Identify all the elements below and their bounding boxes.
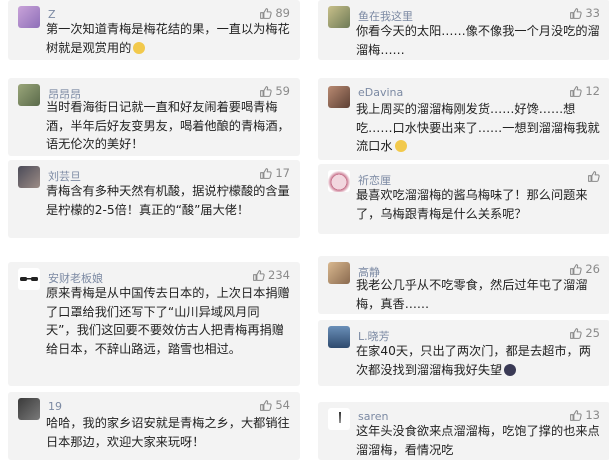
like-button[interactable]: 26 xyxy=(569,262,600,276)
comment-username[interactable]: 19 xyxy=(48,400,62,413)
comment-card: Z 89 第一次知道青梅是梅花结的果，一直以为梅花树就是观赏用的 xyxy=(8,0,300,60)
comment-card: 19 54 哈哈，我的家乡诏安就是青梅之乡，大都销往日本那边，欢迎大家来玩呀！ xyxy=(8,392,300,460)
avatar[interactable] xyxy=(328,86,350,108)
thumbs-up-icon xyxy=(259,399,272,412)
like-button[interactable]: 33 xyxy=(569,6,600,20)
pen-icon xyxy=(339,412,341,423)
avatar[interactable] xyxy=(18,398,40,420)
thumbs-up-icon xyxy=(569,263,582,276)
like-count: 54 xyxy=(275,398,290,412)
like-button[interactable]: 234 xyxy=(252,268,290,282)
thumbs-up-icon xyxy=(259,167,272,180)
avatar[interactable] xyxy=(328,170,350,192)
avatar[interactable] xyxy=(328,262,350,284)
avatar[interactable] xyxy=(18,166,40,188)
like-count: 33 xyxy=(585,6,600,20)
like-count: 26 xyxy=(585,262,600,276)
like-count: 89 xyxy=(275,6,290,20)
like-count: 13 xyxy=(585,408,600,422)
comment-text: 原来青梅是从中国传去日本的，上次日本捐赠了口罩给我们还写下了“山川异域风月同天”… xyxy=(46,286,290,356)
comment-text: 我老公几乎从不吃零食，然后过年屯了溜溜梅，真香…… xyxy=(356,278,588,311)
comment-text-container: 在家40天，只出了两次门，都是去超市，两次都没找到溜溜梅我好失望 xyxy=(356,342,600,379)
comment-text: 最喜欢吃溜溜梅的酱乌梅味了！那么问题来了，乌梅跟青梅是什么关系呢？ xyxy=(356,188,588,221)
comment-text: 你看今天的太阳……像不像我一个月没吃的溜溜梅…… xyxy=(356,24,600,57)
thumbs-up-icon xyxy=(259,7,272,20)
thumbs-up-icon xyxy=(569,7,582,20)
thumbs-up-icon xyxy=(252,269,265,282)
like-button[interactable]: 25 xyxy=(569,326,600,340)
avatar[interactable] xyxy=(18,84,40,106)
like-button[interactable]: 13 xyxy=(569,408,600,422)
comment-text: 第一次知道青梅是梅花结的果，一直以为梅花树就是观赏用的 xyxy=(46,22,290,55)
grinning-face-icon xyxy=(133,41,146,54)
comment-text: 当时看海街日记就一直和好友闹着要喝青梅酒，半年后好友变男友，喝着他酿的青梅酒，语… xyxy=(46,100,290,151)
comment-card: 刘芸旦 17 青梅含有多种天然有机酸，据说柠檬酸的含量是柠檬的2-5倍！真正的“… xyxy=(8,160,300,238)
thumbs-up-icon xyxy=(587,170,600,183)
comment-card: 高静 26 我老公几乎从不吃零食，然后过年屯了溜溜梅，真香…… xyxy=(318,256,609,314)
thumbs-up-icon xyxy=(259,85,272,98)
like-count: 59 xyxy=(275,84,290,98)
like-button[interactable]: 59 xyxy=(259,84,290,98)
thumbs-up-icon xyxy=(569,327,582,340)
like-count: 25 xyxy=(585,326,600,340)
thumbs-up-icon xyxy=(569,409,582,422)
like-button[interactable]: 54 xyxy=(259,398,290,412)
drooling-face-icon xyxy=(394,140,407,152)
like-count: 234 xyxy=(268,268,290,282)
avatar[interactable] xyxy=(18,6,40,28)
sad-face-icon xyxy=(504,363,517,376)
comment-text-container: 我上周买的溜溜梅刚发货……好馋……想吃……口水快要出来了……一想到溜溜梅我就流口… xyxy=(356,100,600,156)
comment-card: 安财老板娘 234 原来青梅是从中国传去日本的，上次日本捐赠了口罩给我们还写下了… xyxy=(8,262,300,386)
like-button[interactable]: 89 xyxy=(259,6,290,20)
comment-card: L.晓芳 25 在家40天，只出了两次门，都是去超市，两次都没找到溜溜梅我好失望 xyxy=(318,320,609,386)
comment-card: 鱼在我这里 33 你看今天的太阳……像不像我一个月没吃的溜溜梅…… xyxy=(318,0,609,60)
like-button[interactable]: 12 xyxy=(569,84,600,98)
comment-card: saren 13 这年头没食欲来点溜溜梅，吃饱了撑的也来点溜溜梅，看情况吃 xyxy=(318,402,609,460)
comment-text: 我上周买的溜溜梅刚发货……好馋……想吃……口水快要出来了……一想到溜溜梅我就流口… xyxy=(356,102,600,153)
avatar[interactable] xyxy=(328,6,350,28)
like-button[interactable]: 17 xyxy=(259,166,290,180)
avatar[interactable] xyxy=(328,408,350,430)
like-button[interactable] xyxy=(587,170,600,183)
like-count: 17 xyxy=(275,166,290,180)
comment-text-container: 第一次知道青梅是梅花结的果，一直以为梅花树就是观赏用的 xyxy=(46,20,290,57)
thumbs-up-icon xyxy=(569,85,582,98)
comment-text: 青梅含有多种天然有机酸，据说柠檬酸的含量是柠檬的2-5倍！真正的“酸”届大佬！ xyxy=(46,184,290,217)
comment-text: 这年头没食欲来点溜溜梅，吃饱了撑的也来点溜溜梅，看情况吃 xyxy=(356,424,600,457)
comment-card: 昂昂昂 59 当时看海街日记就一直和好友闹着要喝青梅酒，半年后好友变男友，喝着他… xyxy=(8,78,300,156)
sunglasses-icon xyxy=(20,277,38,281)
comment-text: 哈哈，我的家乡诏安就是青梅之乡，大都销往日本那边，欢迎大家来玩呀！ xyxy=(46,416,290,449)
comment-text: 在家40天，只出了两次门，都是去超市，两次都没找到溜溜梅我好失望 xyxy=(356,344,591,377)
avatar[interactable] xyxy=(328,326,350,348)
comment-card: eDavina 12 我上周买的溜溜梅刚发货……好馋……想吃……口水快要出来了…… xyxy=(318,78,609,160)
avatar[interactable] xyxy=(18,268,40,290)
comment-username[interactable]: eDavina xyxy=(358,86,403,99)
comment-card: 祈恋厘 最喜欢吃溜溜梅的酱乌梅味了！那么问题来了，乌梅跟青梅是什么关系呢？ xyxy=(318,164,609,234)
like-count: 12 xyxy=(585,84,600,98)
